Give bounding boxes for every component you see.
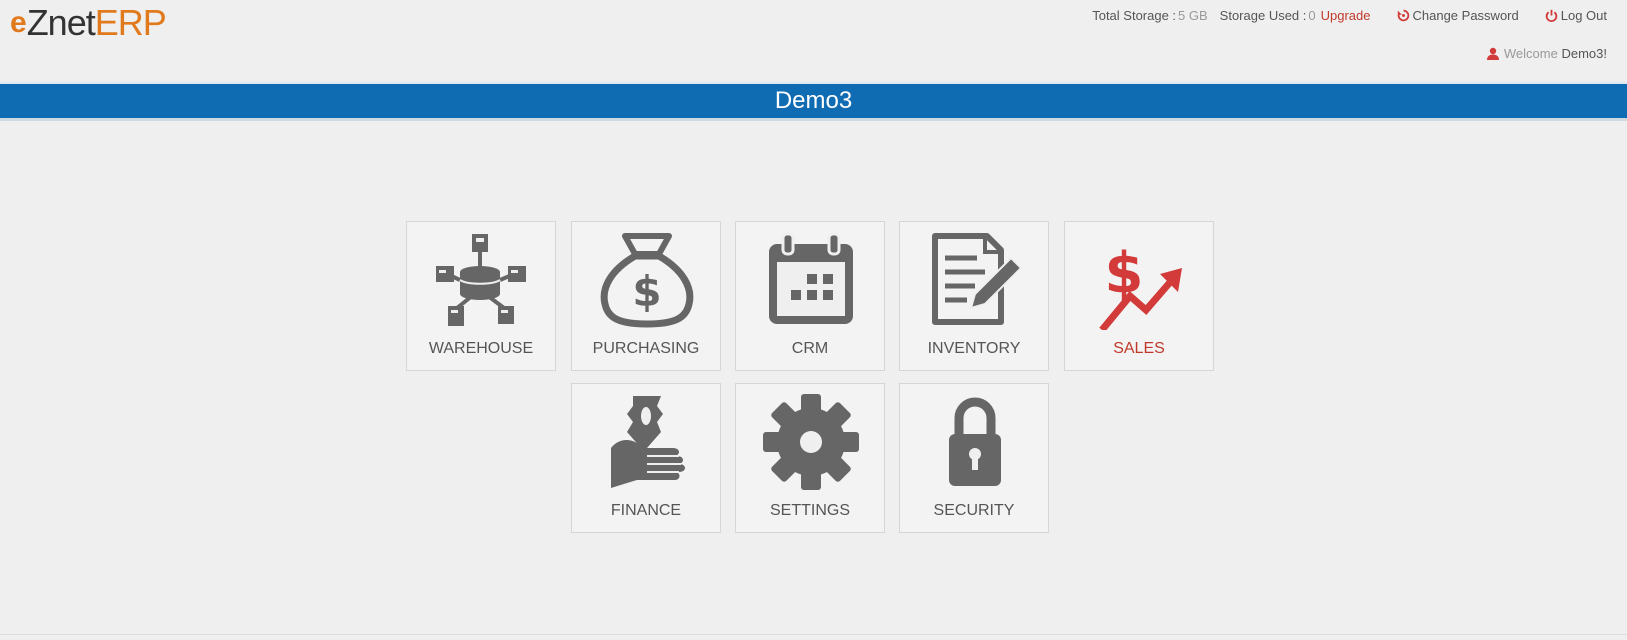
logo-suffix: ERP bbox=[94, 2, 167, 43]
change-password-icon bbox=[1397, 9, 1409, 22]
module-label-settings: SETTINGS bbox=[769, 502, 850, 519]
top-info-bar: Total Storage : 5 GB Storage Used : 0 Up… bbox=[1092, 8, 1607, 23]
company-banner: Demo3 bbox=[0, 82, 1627, 121]
power-icon bbox=[1545, 9, 1557, 22]
warehouse-network-icon bbox=[436, 234, 526, 326]
hand-money-icon bbox=[611, 396, 685, 488]
welcome-user: Demo3! bbox=[1561, 46, 1607, 61]
svg-text:$: $ bbox=[632, 267, 661, 316]
module-tile-security[interactable]: SECURITY bbox=[899, 383, 1049, 533]
dollar-trend-up-icon: $ bbox=[1099, 241, 1182, 330]
change-password-label: Change Password bbox=[1412, 8, 1519, 23]
module-tile-purchasing[interactable]: $ PURCHASING bbox=[571, 221, 721, 371]
module-tile-crm[interactable]: CRM bbox=[735, 221, 885, 371]
total-storage-value: 5 GB bbox=[1178, 8, 1208, 23]
welcome-message: Welcome Demo3! bbox=[1486, 46, 1607, 61]
logout-link[interactable]: Log Out bbox=[1545, 8, 1607, 23]
module-tile-warehouse[interactable]: WAREHOUSE bbox=[406, 221, 556, 371]
company-title: Demo3 bbox=[774, 87, 853, 114]
svg-text:$: $ bbox=[1105, 241, 1144, 306]
storage-used-value: 0 bbox=[1308, 8, 1316, 23]
welcome-prefix: Welcome bbox=[1503, 46, 1558, 61]
calendar-icon bbox=[769, 232, 853, 324]
module-tile-settings[interactable]: SETTINGS bbox=[735, 383, 885, 533]
module-tile-finance[interactable]: FINANCE bbox=[571, 383, 721, 533]
footer-divider bbox=[0, 634, 1627, 635]
logout-label: Log Out bbox=[1560, 8, 1607, 23]
logo-name: Znet bbox=[26, 2, 96, 43]
module-tile-inventory[interactable]: INVENTORY bbox=[899, 221, 1049, 371]
document-pencil-icon bbox=[932, 233, 1023, 325]
module-label-sales: SALES bbox=[1113, 340, 1165, 357]
module-label-purchasing: PURCHASING bbox=[592, 340, 700, 357]
module-label-security: SECURITY bbox=[933, 502, 1015, 519]
brand-logo[interactable]: e Znet ERP bbox=[10, 2, 167, 44]
module-label-crm: CRM bbox=[791, 340, 829, 357]
module-label-warehouse: WAREHOUSE bbox=[428, 340, 534, 357]
user-icon bbox=[1486, 47, 1499, 60]
change-password-link[interactable]: Change Password bbox=[1397, 8, 1519, 23]
module-label-finance: FINANCE bbox=[610, 502, 682, 519]
module-label-inventory: INVENTORY bbox=[927, 340, 1021, 357]
logo-prefix: e bbox=[10, 6, 27, 39]
money-bag-icon: $ bbox=[600, 233, 694, 328]
storage-used-label: Storage Used : bbox=[1219, 8, 1307, 23]
padlock-icon bbox=[949, 397, 1001, 486]
module-tile-sales[interactable]: $ SALES bbox=[1064, 221, 1214, 371]
gear-icon bbox=[763, 394, 859, 490]
upgrade-link[interactable]: Upgrade bbox=[1321, 8, 1371, 23]
total-storage-label: Total Storage : bbox=[1092, 8, 1177, 23]
